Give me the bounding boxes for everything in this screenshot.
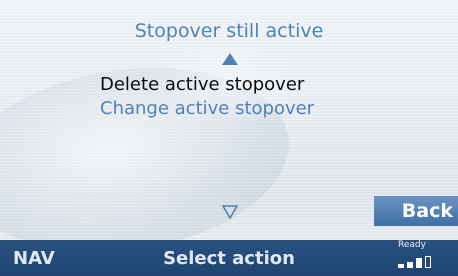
- back-button[interactable]: Back: [374, 196, 458, 226]
- menu-item-delete-stopover[interactable]: Delete active stopover: [100, 73, 314, 97]
- signal-strength-icon: [398, 254, 442, 270]
- signal-bar: [398, 264, 404, 268]
- status-bar: NAV Select action Ready: [0, 240, 458, 276]
- signal-bar: [407, 262, 413, 268]
- signal-bar: [416, 258, 422, 268]
- menu-item-change-stopover[interactable]: Change active stopover: [100, 97, 314, 121]
- screen-title: Stopover still active: [134, 20, 324, 42]
- signal-bar: [425, 256, 431, 268]
- scroll-up-icon[interactable]: [222, 53, 238, 65]
- action-menu: Delete active stopover Change active sto…: [100, 73, 314, 121]
- prompt-label: Select action: [163, 248, 295, 269]
- nav-screen: Stopover still active Delete active stop…: [0, 0, 458, 276]
- scroll-down-icon[interactable]: [222, 205, 238, 219]
- ready-label: Ready: [398, 240, 426, 250]
